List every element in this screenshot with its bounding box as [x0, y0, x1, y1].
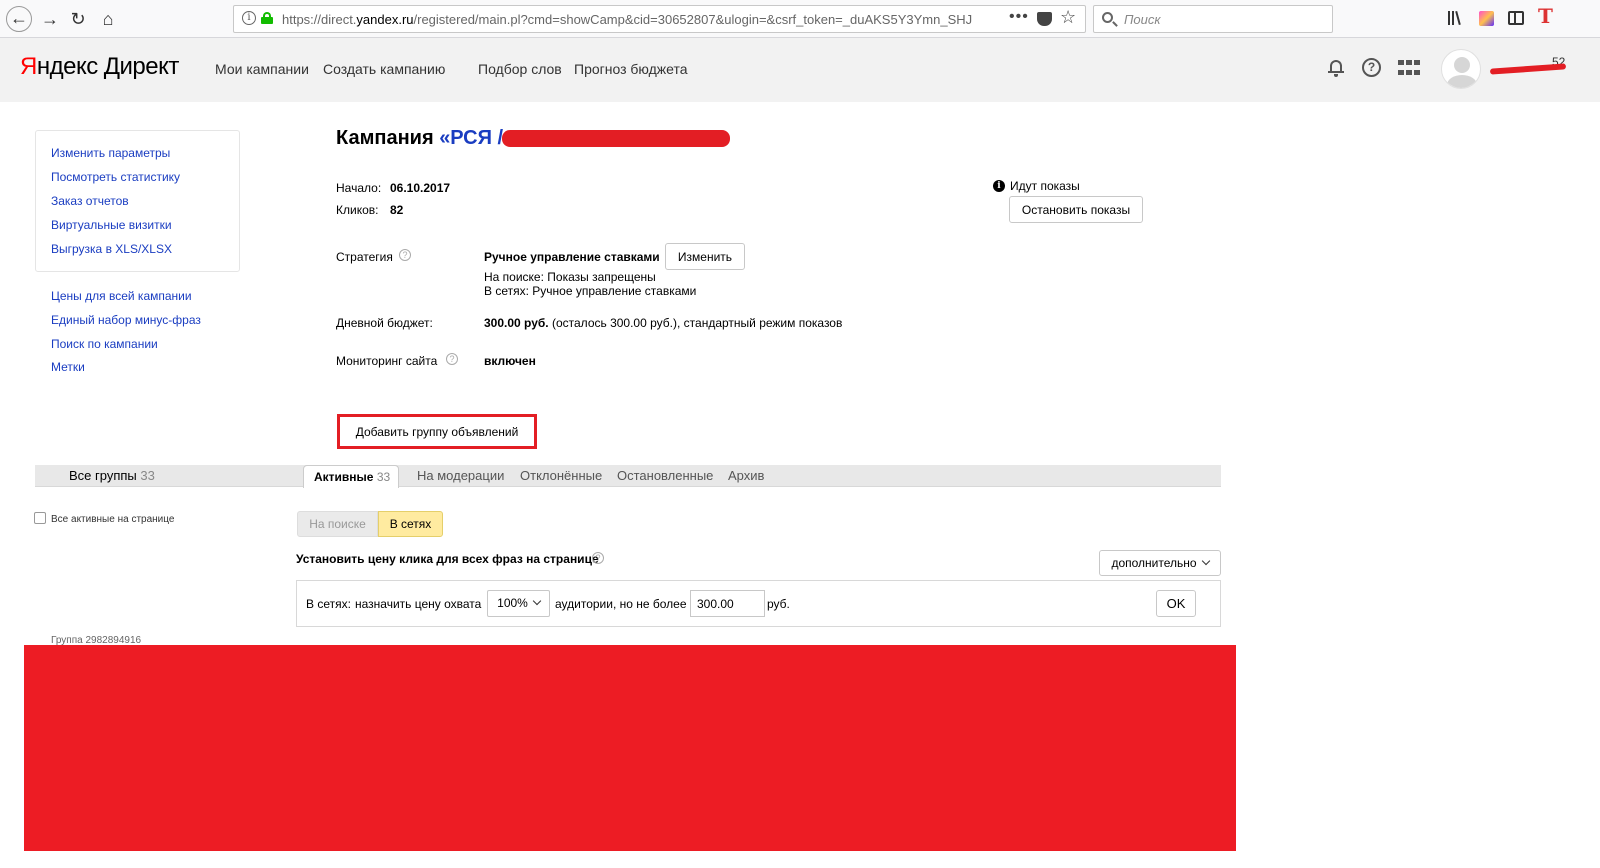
- sidebar-link-statistics[interactable]: Посмотреть статистику: [51, 170, 180, 184]
- bid-prefix: В сетях:: [306, 597, 351, 611]
- more-options-dropdown[interactable]: дополнительно: [1099, 550, 1221, 576]
- monitoring-label: Мониторинг сайта: [336, 354, 438, 368]
- translate-icon[interactable]: T: [1538, 4, 1553, 28]
- stop-shows-button[interactable]: Остановить показы: [1009, 196, 1143, 223]
- search-icon: [1102, 12, 1113, 23]
- clicks-label: Кликов:: [336, 203, 379, 217]
- question-icon[interactable]: ?: [399, 249, 411, 261]
- info-icon[interactable]: i: [242, 11, 256, 25]
- sidebar-link-vcards[interactable]: Виртуальные визитки: [51, 218, 172, 232]
- sidebar-icon[interactable]: [1508, 11, 1524, 25]
- coverage-select[interactable]: 100%: [487, 590, 550, 617]
- clicks-value: 82: [390, 203, 404, 217]
- question-icon[interactable]: ?: [592, 552, 604, 564]
- tab-all-groups[interactable]: Все группы 33: [69, 468, 155, 483]
- tab-active[interactable]: Активные 33: [303, 465, 399, 488]
- add-ad-group-button[interactable]: Добавить группу объявлений: [343, 419, 531, 444]
- nav-my-campaigns[interactable]: Мои кампании: [215, 61, 309, 77]
- reload-icon[interactable]: ↻: [66, 7, 90, 31]
- status-text: Идут показы: [1010, 179, 1080, 193]
- start-value: 06.10.2017: [390, 181, 451, 195]
- lock-icon: [261, 12, 273, 24]
- bid-mid-label: аудитории, но не более: [555, 597, 687, 611]
- star-icon[interactable]: ☆: [1060, 7, 1076, 28]
- bid-currency: руб.: [767, 597, 790, 611]
- theme-icon[interactable]: [1479, 11, 1494, 26]
- strategy-label: Стратегия: [336, 250, 393, 264]
- info-icon: i: [993, 180, 1005, 192]
- yandex-direct-logo[interactable]: Яндекс Директ: [20, 53, 179, 81]
- tab-moderation[interactable]: На модерации: [417, 468, 504, 483]
- pocket-icon[interactable]: [1037, 12, 1052, 26]
- avatar[interactable]: [1441, 49, 1481, 89]
- select-all-checkbox[interactable]: [34, 512, 46, 524]
- sidebar-link-edit-params[interactable]: Изменить параметры: [51, 146, 170, 160]
- nav-budget-forecast[interactable]: Прогноз бюджета: [574, 61, 688, 77]
- nav-keyword-selection[interactable]: Подбор слов: [478, 61, 562, 77]
- chevron-down-icon: [532, 596, 542, 606]
- sidebar-link-export[interactable]: Выгрузка в XLS/XLSX: [51, 242, 172, 256]
- chevron-down-icon: [1201, 556, 1210, 566]
- ok-button[interactable]: OK: [1156, 590, 1196, 617]
- budget-label: Дневной бюджет:: [336, 316, 433, 330]
- segment-networks[interactable]: В сетях: [378, 511, 443, 537]
- sidebar-link-campaign-search[interactable]: Поиск по кампании: [51, 337, 158, 351]
- strategy-value: Ручное управление ставками: [484, 250, 660, 264]
- sidebar-link-tags[interactable]: Метки: [51, 360, 85, 374]
- browser-search-input[interactable]: Поиск: [1093, 5, 1333, 33]
- tab-archive[interactable]: Архив: [728, 468, 764, 483]
- select-all-label: Все активные на странице: [51, 514, 175, 525]
- page-title: Кампания «РСЯ /: [336, 127, 504, 149]
- sidebar-link-negative-keywords[interactable]: Единый набор минус-фраз: [51, 313, 201, 327]
- sidebar-link-reports[interactable]: Заказ отчетов: [51, 194, 129, 208]
- library-icon[interactable]: [1448, 9, 1464, 27]
- nav-create-campaign[interactable]: Создать кампанию: [323, 61, 445, 77]
- tab-stopped[interactable]: Остановленные: [617, 468, 713, 483]
- home-icon[interactable]: ⌂: [96, 7, 120, 31]
- browser-toolbar: ← → ↻ ⌂ i https://direct.yandex.ru/regis…: [0, 0, 1600, 38]
- url-bar[interactable]: i https://direct.yandex.ru/registered/ma…: [233, 5, 1086, 33]
- more-icon[interactable]: •••: [1009, 8, 1029, 26]
- forward-icon[interactable]: →: [38, 7, 62, 31]
- redaction-block: [24, 645, 1236, 851]
- bid-section-title: Установить цену клика для всех фраз на с…: [296, 552, 599, 566]
- strategy-search: На поиске: Показы запрещены: [484, 270, 656, 284]
- help-icon[interactable]: ?: [1362, 58, 1381, 77]
- title-redaction: [502, 130, 730, 147]
- question-icon[interactable]: ?: [446, 353, 458, 365]
- start-label: Начало:: [336, 181, 382, 195]
- url-text[interactable]: https://direct.yandex.ru/registered/main…: [282, 12, 1002, 27]
- back-icon[interactable]: ←: [6, 6, 32, 32]
- bid-assign-label: назначить цену охвата: [355, 597, 482, 611]
- max-bid-input[interactable]: [690, 590, 765, 617]
- apps-grid-icon[interactable]: [1398, 60, 1422, 78]
- budget-value-line: 300.00 руб. (осталось 300.00 руб.), стан…: [484, 316, 843, 330]
- strategy-networks: В сетях: Ручное управление ставками: [484, 284, 697, 298]
- change-strategy-button[interactable]: Изменить: [665, 243, 745, 270]
- username-redaction: [1489, 63, 1567, 75]
- bell-icon[interactable]: [1328, 58, 1344, 78]
- tab-rejected[interactable]: Отклонённые: [520, 468, 602, 483]
- sidebar-link-campaign-prices[interactable]: Цены для всей кампании: [51, 289, 192, 303]
- app-header: Яндекс Директ Мои кампании Создать кампан…: [0, 38, 1600, 102]
- segment-search[interactable]: На поиске: [297, 511, 378, 537]
- monitoring-value: включен: [484, 354, 536, 368]
